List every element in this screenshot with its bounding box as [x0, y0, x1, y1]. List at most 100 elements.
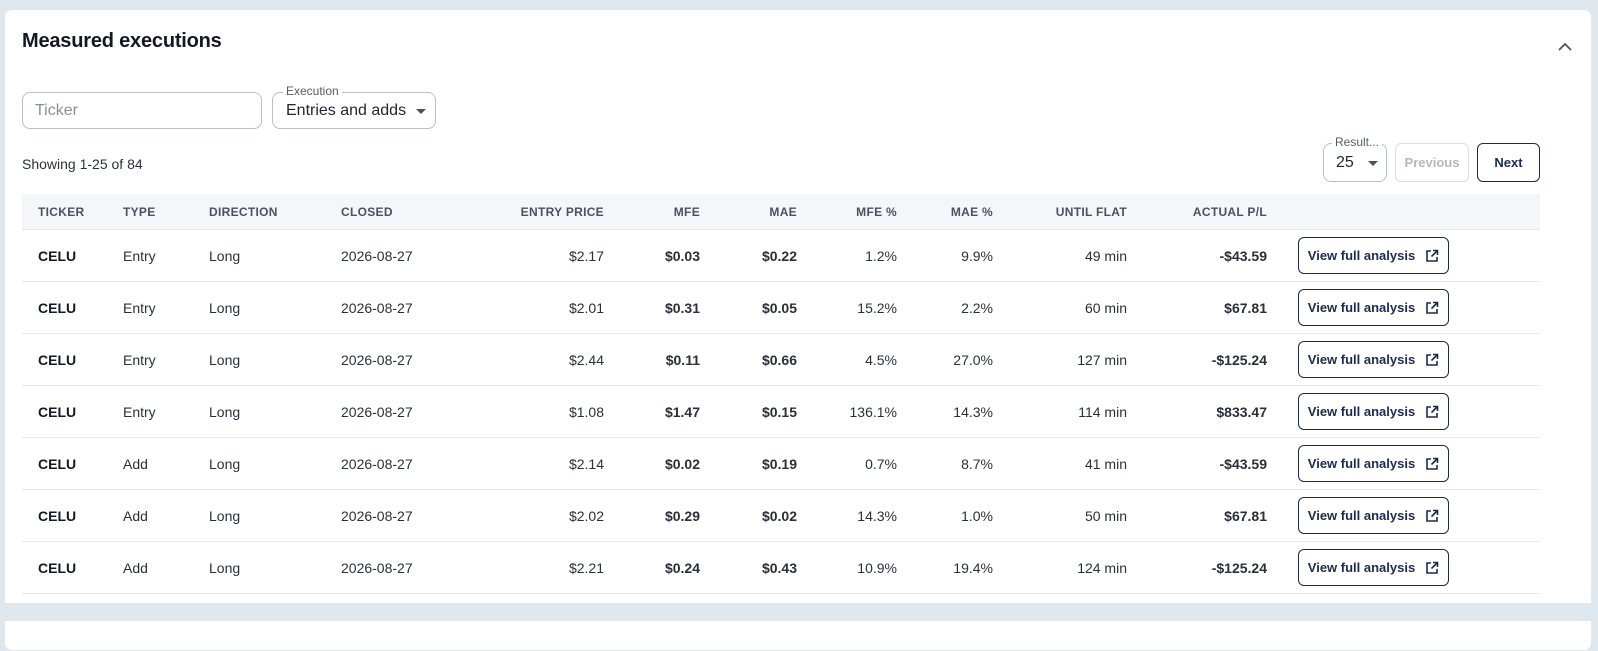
actual-pl-cell: -$125.24 [1127, 333, 1267, 386]
closed-cell: 2026-08-27 [341, 229, 461, 282]
executions-table: TICKER TYPE DIRECTION CLOSED ENTRY PRICE… [22, 194, 1540, 594]
mfe-pct-cell: 0.7% [797, 437, 897, 490]
until-flat-cell: 114 min [993, 385, 1127, 438]
closed-cell: 2026-08-27 [341, 333, 461, 386]
closed-cell: 2026-08-27 [341, 281, 461, 334]
mae-pct-cell: 2.2% [897, 281, 993, 334]
actual-pl-cell: -$125.24 [1127, 541, 1267, 594]
view-full-analysis-label: View full analysis [1307, 248, 1416, 263]
actions-cell: View full analysis [1267, 333, 1540, 386]
mae-cell: $0.43 [700, 541, 797, 594]
column-header-entry-price[interactable]: ENTRY PRICE [461, 194, 604, 230]
mae-pct-cell: 27.0% [897, 333, 993, 386]
ticker-cell: CELU [22, 385, 123, 438]
caret-down-icon [1368, 161, 1378, 166]
view-full-analysis-button[interactable]: View full analysis [1298, 289, 1449, 326]
actual-pl-cell: $67.81 [1127, 281, 1267, 334]
column-header-direction[interactable]: DIRECTION [209, 194, 341, 230]
until-flat-cell: 49 min [993, 229, 1127, 282]
view-full-analysis-button[interactable]: View full analysis [1298, 549, 1449, 586]
actual-pl-cell: $67.81 [1127, 489, 1267, 542]
table-row: CELU Entry Long 2026-08-27 $2.01 $0.31 $0.05 15… [22, 281, 1540, 334]
direction-cell: Long [209, 437, 341, 490]
actions-cell: View full analysis [1267, 541, 1540, 594]
column-header-mae[interactable]: MAE [700, 194, 797, 230]
view-full-analysis-label: View full analysis [1307, 404, 1416, 419]
entry-price-cell: $1.08 [461, 385, 604, 438]
type-cell: Add [123, 437, 209, 490]
closed-cell: 2026-08-27 [341, 541, 461, 594]
entry-price-cell: $2.44 [461, 333, 604, 386]
execution-select[interactable]: Execution Entries and adds [272, 84, 436, 129]
actions-cell: View full analysis [1267, 385, 1540, 438]
table-row: CELU Entry Long 2026-08-27 $2.44 $0.11 $0.66 4.… [22, 333, 1540, 386]
external-link-icon [1425, 561, 1439, 575]
ticker-cell: CELU [22, 229, 123, 282]
mae-cell: $0.66 [700, 333, 797, 386]
previous-page-button[interactable]: Previous [1395, 143, 1469, 182]
external-link-icon [1425, 405, 1439, 419]
table-row: CELU Entry Long 2026-08-27 $1.08 $1.47 $0.15 13… [22, 385, 1540, 438]
mfe-cell: $1.47 [604, 385, 700, 438]
chevron-up-icon[interactable] [1557, 38, 1573, 54]
actual-pl-cell: $833.47 [1127, 385, 1267, 438]
actions-cell: View full analysis [1267, 489, 1540, 542]
mae-pct-cell: 14.3% [897, 385, 993, 438]
mae-pct-cell: 8.7% [897, 437, 993, 490]
next-page-button[interactable]: Next [1477, 143, 1540, 182]
entry-price-cell: $2.21 [461, 541, 604, 594]
mfe-pct-cell: 1.2% [797, 229, 897, 282]
until-flat-cell: 41 min [993, 437, 1127, 490]
external-link-icon [1425, 457, 1439, 471]
view-full-analysis-button[interactable]: View full analysis [1298, 497, 1449, 534]
mfe-pct-cell: 15.2% [797, 281, 897, 334]
entry-price-cell: $2.17 [461, 229, 604, 282]
column-header-closed[interactable]: CLOSED [341, 194, 461, 230]
view-full-analysis-button[interactable]: View full analysis [1298, 445, 1449, 482]
mfe-cell: $0.31 [604, 281, 700, 334]
column-header-actual-pl[interactable]: ACTUAL P/L [1127, 194, 1267, 230]
column-header-actions [1267, 194, 1540, 230]
column-header-type[interactable]: TYPE [123, 194, 209, 230]
column-header-ticker[interactable]: TICKER [22, 194, 123, 230]
view-full-analysis-label: View full analysis [1307, 352, 1416, 367]
ticker-filter-input[interactable] [22, 92, 262, 129]
direction-cell: Long [209, 229, 341, 282]
column-header-until-flat[interactable]: UNTIL FLAT [993, 194, 1127, 230]
type-cell: Add [123, 489, 209, 542]
direction-cell: Long [209, 333, 341, 386]
mae-cell: $0.15 [700, 385, 797, 438]
type-cell: Entry [123, 333, 209, 386]
mae-cell: $0.05 [700, 281, 797, 334]
measured-executions-panel: Measured executions Execution Entries an… [4, 9, 1592, 651]
column-header-mfe[interactable]: MFE [604, 194, 700, 230]
view-full-analysis-button[interactable]: View full analysis [1298, 341, 1449, 378]
mfe-pct-cell: 4.5% [797, 333, 897, 386]
results-per-page-label: Result... [1332, 135, 1383, 149]
ticker-cell: CELU [22, 541, 123, 594]
table-row: CELU Add Long 2026-08-27 $2.02 $0.29 $0.02 14.3… [22, 489, 1540, 542]
table-row: CELU Add Long 2026-08-27 $2.14 $0.02 $0.19 0.7%… [22, 437, 1540, 490]
view-full-analysis-label: View full analysis [1307, 300, 1416, 315]
view-full-analysis-button[interactable]: View full analysis [1298, 237, 1449, 274]
view-full-analysis-label: View full analysis [1307, 456, 1416, 471]
view-full-analysis-label: View full analysis [1307, 508, 1416, 523]
column-header-mae-pct[interactable]: MAE % [897, 194, 993, 230]
mfe-pct-cell: 14.3% [797, 489, 897, 542]
view-full-analysis-button[interactable]: View full analysis [1298, 393, 1449, 430]
panel-title: Measured executions [22, 30, 222, 52]
window-bottom-bar [0, 603, 1598, 621]
column-header-mfe-pct[interactable]: MFE % [797, 194, 897, 230]
mae-cell: $0.22 [700, 229, 797, 282]
until-flat-cell: 127 min [993, 333, 1127, 386]
table-row: CELU Entry Long 2026-08-27 $2.17 $0.03 $0.22 1.… [22, 229, 1540, 282]
direction-cell: Long [209, 281, 341, 334]
mfe-pct-cell: 10.9% [797, 541, 897, 594]
mfe-cell: $0.03 [604, 229, 700, 282]
view-full-analysis-label: View full analysis [1307, 560, 1416, 575]
type-cell: Add [123, 541, 209, 594]
results-per-page-select[interactable]: Result... 25 [1323, 135, 1387, 182]
actual-pl-cell: -$43.59 [1127, 437, 1267, 490]
external-link-icon [1425, 353, 1439, 367]
type-cell: Entry [123, 281, 209, 334]
